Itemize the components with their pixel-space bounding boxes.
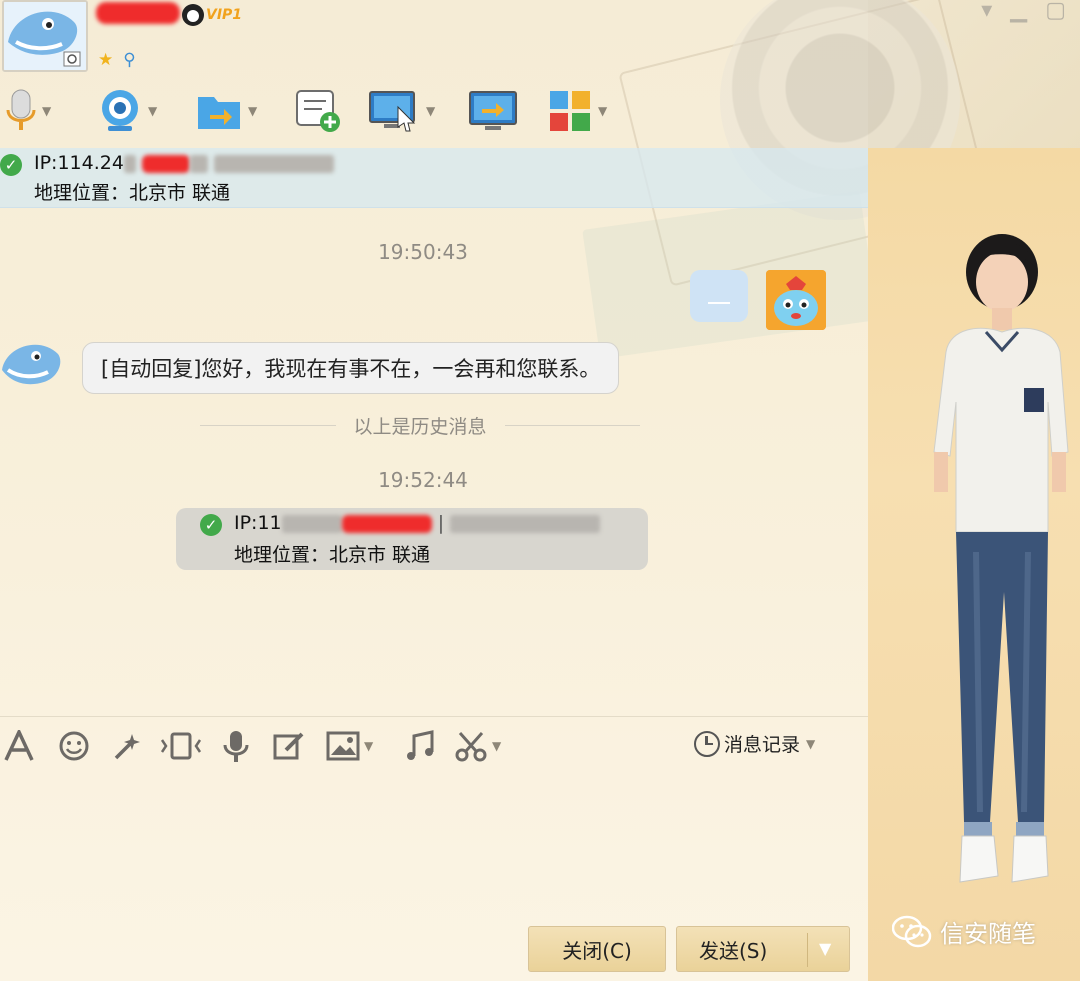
magic-button[interactable] [112,728,144,764]
font-icon [4,730,34,761]
cartoon-avatar-icon [766,270,826,330]
ip-system-message: ✓ IP:11 | 地理位置：北京市 联通 [176,508,648,570]
emoji-button[interactable] [58,728,90,764]
screen-share-icon [369,91,416,132]
edit-button[interactable] [272,728,306,764]
chevron-down-icon[interactable]: ▼ [492,739,501,753]
edit-icon [273,732,304,760]
chevron-down-icon[interactable]: ▼ [248,104,257,118]
close-button-label: 关闭(C) [562,938,632,963]
video-camera-icon [102,90,138,131]
send-button-divider [807,933,808,967]
ip-row: IP:114.24 [34,152,335,174]
chevron-down-icon[interactable]: ▼ [598,104,607,118]
star-icon[interactable]: ★ [98,50,113,70]
my-avatar[interactable] [766,270,826,330]
screenshot-button[interactable]: ▼ [454,728,501,764]
send-button[interactable]: 发送(S) ▼ [676,926,850,972]
auto-reply-text: [自动回复]您好，我现在有事不在，一会再和您联系。 [101,357,601,381]
send-button-label: 发送(S) [699,938,768,963]
image-button[interactable]: ▼ [326,728,373,764]
image-icon [326,731,360,761]
vip-badge[interactable]: VIP1 [182,4,242,26]
divider-line [200,424,336,426]
voice-message-button[interactable] [222,728,250,764]
ip-info-bar: ✓ IP:114.24 地理位置：北京市 联通 [0,148,868,208]
emoji-icon [59,731,89,761]
wechat-icon [892,915,932,947]
video-call-button[interactable]: ▼ [98,84,157,138]
system-ip-row: IP:11 | [234,512,601,534]
window-controls: ▾ ▁ ▢ [981,0,1066,22]
chevron-down-icon[interactable]: ▾ [981,0,992,22]
chevron-down-icon[interactable]: ▼ [819,939,831,958]
music-icon [407,730,434,760]
input-divider [0,716,868,717]
watermark-text: 信安随笔 [940,920,1036,948]
voice-call-button[interactable]: ▼ [6,84,51,138]
history-divider: 以上是历史消息 [200,412,641,438]
show-character-image [933,234,1069,883]
close-button[interactable]: 关闭(C) [528,926,666,972]
check-icon: ✓ [200,514,222,536]
message-history-label: 消息记录 [724,734,801,756]
chevron-down-icon[interactable]: ▼ [148,104,157,118]
dolphin-avatar-icon [4,2,86,70]
check-icon: ✓ [0,154,22,176]
contact-name-redacted [96,2,180,24]
file-transfer-button[interactable]: ▼ [196,84,257,138]
chevron-down-icon[interactable]: ▼ [364,739,373,753]
chat-toolbar: ▼ ▼ ▼ ▼ ▼ [0,84,640,138]
ip-text: IP:114.24 [34,152,124,174]
file-transfer-icon [198,97,240,129]
apps-button[interactable]: ▼ [548,84,607,138]
contact-avatar[interactable] [2,0,88,72]
vip-label: VIP1 [206,7,243,23]
font-button[interactable] [4,728,34,764]
apps-grid-icon [550,91,590,131]
clock-icon [694,730,720,757]
system-location-text: 地理位置：北京市 联通 [234,544,431,566]
dolphin-avatar-icon [2,344,61,385]
message-timestamp: 19:50:43 [378,240,468,264]
divider-line [504,424,641,426]
chevron-down-icon: ▼ [806,736,816,751]
message-timestamp: 19:52:44 [378,468,468,492]
history-divider-label: 以上是历史消息 [353,415,487,438]
minimize-icon[interactable]: ▁ [1010,0,1027,22]
remote-assist-icon [469,91,517,130]
search-icon[interactable]: ⚲ [123,50,135,70]
microphone-icon [6,89,36,130]
screen-share-button[interactable]: ▼ [368,84,435,138]
chevron-down-icon[interactable]: ▼ [426,104,435,118]
vibrate-button[interactable] [160,728,202,764]
auto-reply-bubble[interactable]: [自动回复]您好，我现在有事不在，一会再和您联系。 [82,342,620,394]
new-document-icon [296,90,340,132]
remote-assist-button[interactable] [468,84,518,138]
contact-status-icons: ★ ⚲ [98,50,136,70]
music-button[interactable] [404,728,436,764]
qq-penguin-icon [182,4,204,26]
system-ip-text: IP:11 [234,512,282,534]
scissors-icon [455,732,487,762]
vibrate-icon [160,732,202,760]
chevron-down-icon[interactable]: ▼ [42,104,51,118]
location-text: 地理位置：北京市 联通 [34,182,231,204]
magic-icon [114,734,140,760]
maximize-icon[interactable]: ▢ [1045,0,1066,22]
watermark: 信安随笔 [892,914,1036,949]
outgoing-message-bubble[interactable] [690,270,748,322]
contact-avatar-small[interactable] [0,336,64,402]
voice-message-icon [223,731,249,762]
message-history-button[interactable]: 消息记录 ▼ [694,730,815,757]
new-document-button[interactable] [294,84,342,138]
